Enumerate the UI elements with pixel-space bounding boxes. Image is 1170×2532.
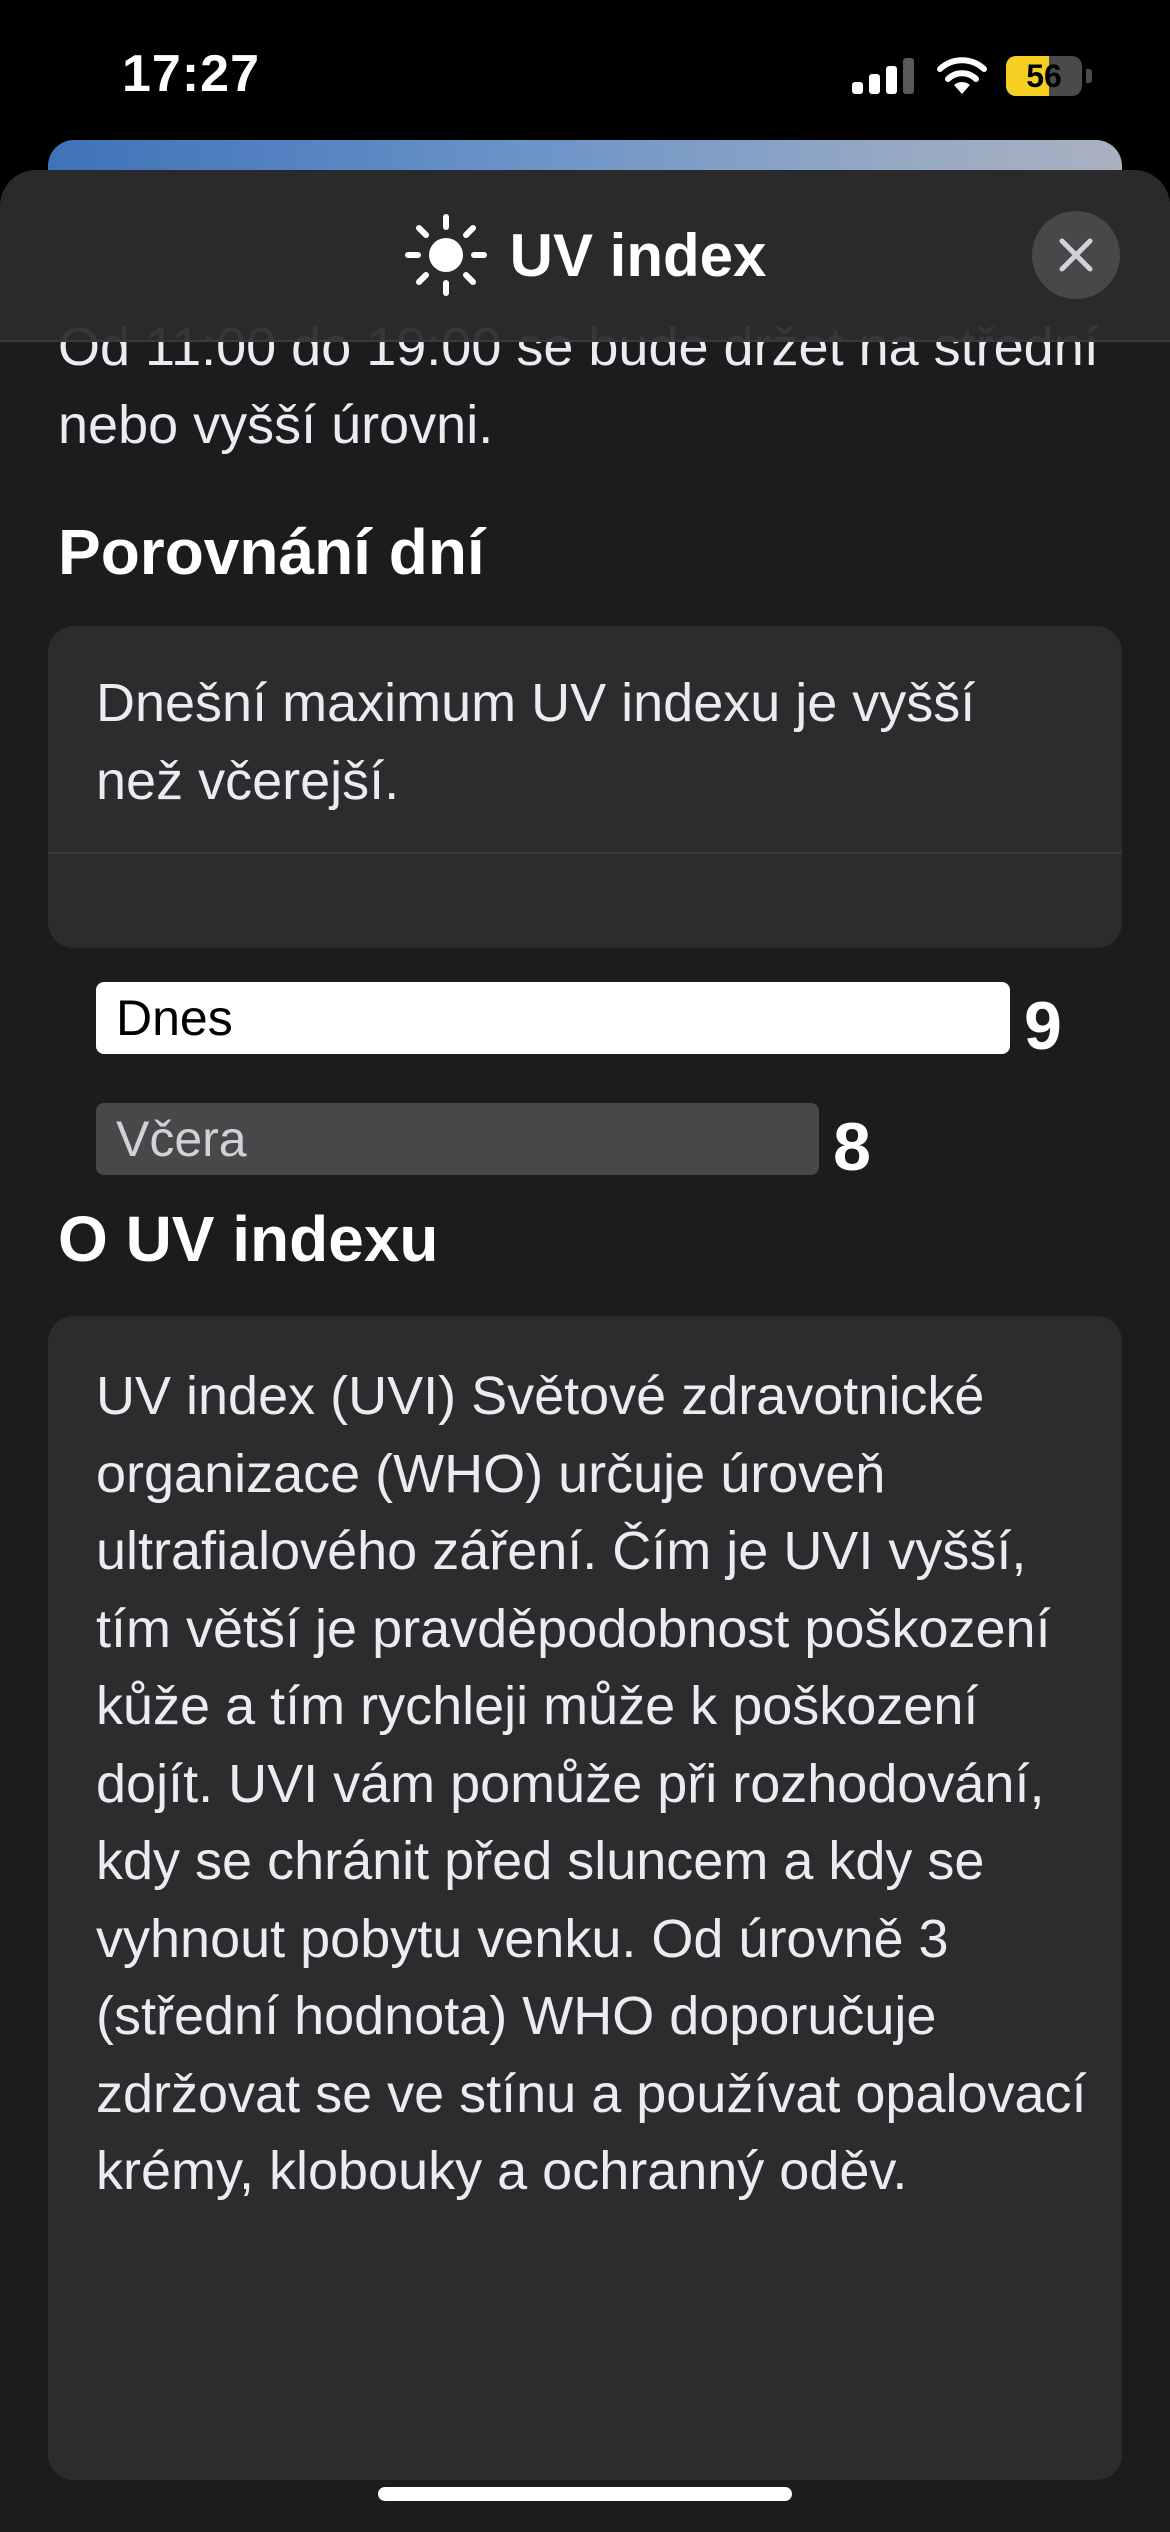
wifi-icon — [937, 57, 987, 94]
sheet-header: UV index — [0, 170, 1170, 342]
status-bar: 17:27 56 — [0, 0, 1170, 150]
close-button[interactable] — [1032, 211, 1120, 299]
about-text: UV index (UVI) Světové zdravotnické orga… — [96, 1366, 1087, 2201]
bar-row-today: Dnes 9 — [96, 982, 1096, 1062]
bar-yesterday: Včera — [96, 1103, 820, 1175]
bar-yesterday-label: Včera — [116, 1111, 247, 1167]
home-indicator[interactable] — [378, 2487, 792, 2501]
bar-yesterday-value: 8 — [833, 1109, 871, 1185]
about-heading-text: O UV indexu — [58, 1203, 439, 1275]
status-time: 17:27 — [122, 45, 260, 103]
sheet-scroll-content[interactable]: Od 11:00 do 19:00 se bude držet na střed… — [0, 170, 1170, 2532]
comparison-heading-text: Porovnání dní — [58, 516, 485, 588]
comparison-card: Dnešní maximum UV indexu je vyšší než vč… — [48, 626, 1122, 1183]
comparison-summary: Dnešní maximum UV indexu je vyšší než vč… — [96, 673, 976, 811]
battery-level: 56 — [1026, 58, 1062, 94]
battery-icon: 56 — [1006, 56, 1092, 96]
comparison-heading: Porovnání dní — [58, 515, 485, 589]
about-card: UV index (UVI) Světové zdravotnické orga… — [48, 1316, 1122, 2480]
bar-today-value: 9 — [1024, 988, 1062, 1064]
sheet-title: UV index — [509, 221, 767, 289]
card-divider — [48, 852, 1122, 854]
bar-today-label: Dnes — [116, 990, 233, 1046]
uv-index-sheet[interactable]: Od 11:00 do 19:00 se bude držet na střed… — [0, 170, 1170, 2532]
close-icon — [1059, 238, 1093, 272]
about-heading: O UV indexu — [58, 1202, 439, 1276]
battery-tip — [1086, 69, 1092, 83]
bar-today: Dnes — [96, 982, 1010, 1054]
sun-icon — [404, 214, 487, 296]
battery-body: 56 — [1006, 56, 1082, 96]
header-title-wrap: UV index — [0, 170, 1170, 340]
cellular-signal-icon — [852, 58, 914, 94]
bar-row-yesterday: Včera 8 — [96, 1103, 1096, 1183]
